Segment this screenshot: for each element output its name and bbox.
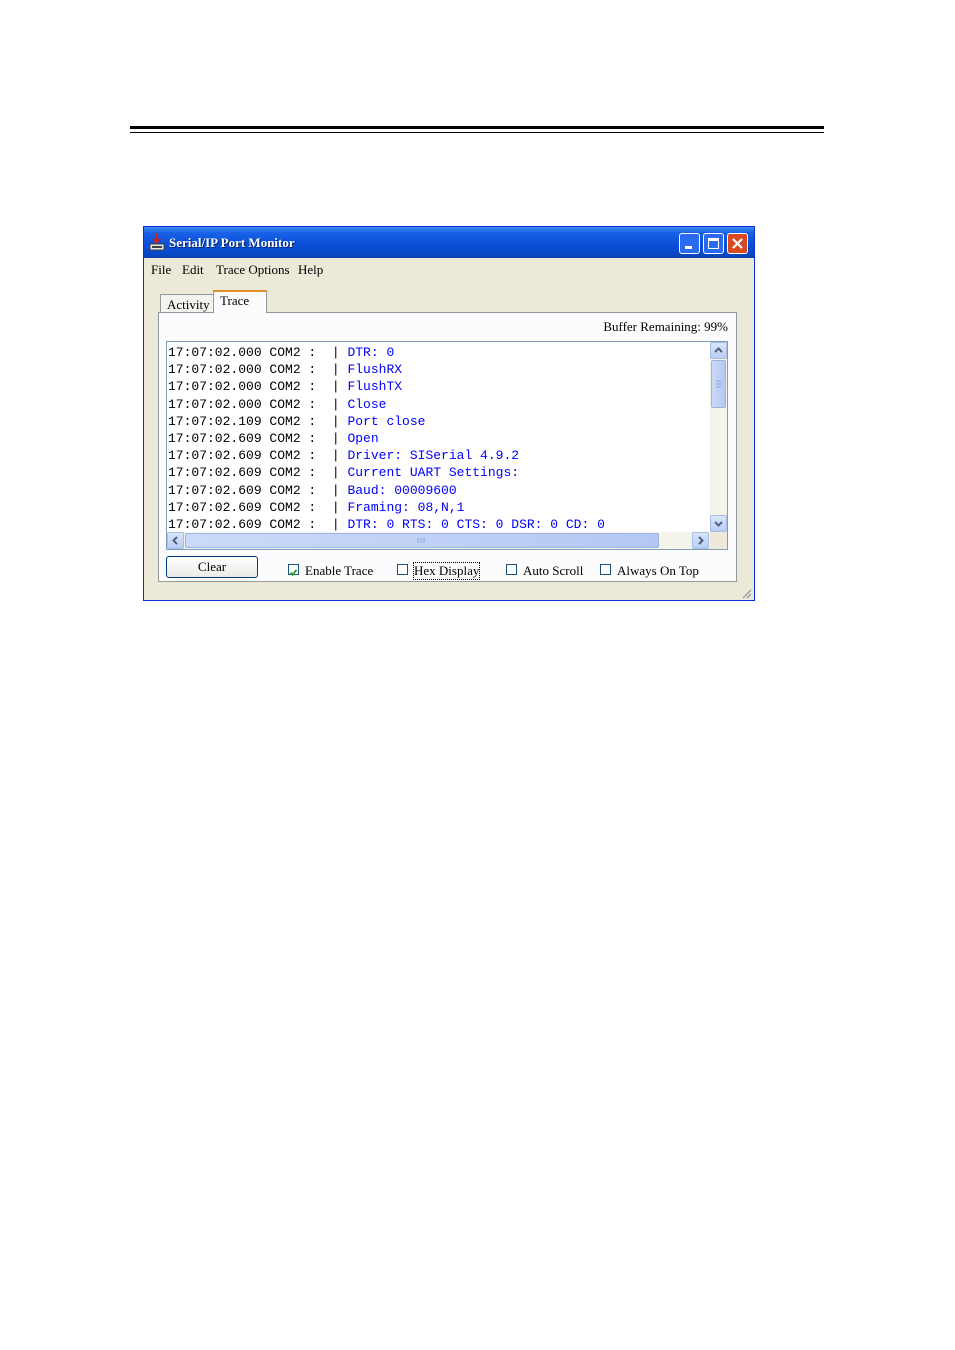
menu-help[interactable]: Help	[298, 262, 323, 278]
trace-row-prefix: 17:07:02.609 COM2 : |	[168, 516, 348, 532]
clear-button[interactable]: Clear	[166, 556, 258, 578]
hex-display-checkbox[interactable]	[397, 564, 408, 575]
trace-row: 17:07:02.000 COM2 : | FlushRX	[168, 361, 708, 378]
app-icon	[149, 233, 165, 251]
trace-row-prefix: 17:07:02.000 COM2 : |	[168, 345, 348, 360]
trace-lines: 17:07:02.000 COM2 : | DTR: 0 17:07:02.000…	[168, 344, 708, 533]
trace-row: 17:07:02.609 COM2 : | Framing: 08,N,1	[168, 499, 708, 516]
trace-row: 17:07:02.109 COM2 : | Port close	[168, 413, 708, 430]
page-rule-thick	[130, 126, 824, 129]
horizontal-scrollbar[interactable]	[167, 532, 711, 549]
tab-trace[interactable]: Trace	[213, 290, 267, 313]
trace-row-message: Driver: SISerial 4.9.2	[347, 448, 520, 464]
enable-trace-checkbox[interactable]	[288, 564, 299, 577]
window-title: Serial/IP Port Monitor	[169, 235, 295, 250]
auto-scroll-label: Auto Scroll	[523, 563, 584, 578]
hex-display-label: Hex Display	[412, 562, 481, 580]
maximize-button[interactable]	[703, 233, 724, 254]
trace-row-message: DTR: 0 RTS: 0 CTS: 0 DSR: 0 CD: 0	[347, 516, 605, 532]
trace-row-message: Open	[347, 430, 379, 446]
trace-row-prefix: 17:07:02.000 COM2 : |	[168, 362, 348, 378]
trace-row-prefix: 17:07:02.000 COM2 : |	[168, 379, 348, 395]
scrollbar-corner	[710, 532, 727, 549]
horizontal-scroll-thumb[interactable]	[185, 533, 659, 548]
buffer-remaining-label: Buffer Remaining: 99%	[603, 319, 728, 334]
trace-row-prefix: 17:07:02.609 COM2 : |	[168, 465, 348, 481]
trace-row-prefix: 17:07:02.609 COM2 : |	[168, 430, 348, 446]
trace-row: 17:07:02.609 COM2 : | Current UART Setti…	[168, 464, 708, 481]
port-monitor-window: Serial/IP Port Monitor File Edit Trace O…	[143, 226, 755, 601]
trace-row-prefix: 17:07:02.000 COM2 : |	[168, 396, 348, 412]
vertical-scrollbar[interactable]	[710, 342, 727, 532]
enable-trace-label: Enable Trace	[305, 563, 374, 578]
trace-row-message: Baud: 00009600	[347, 482, 457, 498]
menu-edit[interactable]: Edit	[182, 262, 204, 278]
trace-row: 17:07:02.609 COM2 : | Driver: SISerial 4…	[168, 447, 708, 464]
page-rule-thin	[130, 132, 824, 133]
trace-row-message: Port close	[347, 413, 426, 429]
trace-row-prefix: 17:07:02.609 COM2 : |	[168, 499, 348, 515]
trace-row: 17:07:02.609 COM2 : | Open	[168, 430, 708, 447]
close-button[interactable]	[727, 233, 748, 254]
menu-bar: File Edit Trace Options Help	[144, 258, 754, 280]
resize-grip-icon[interactable]	[740, 586, 752, 599]
trace-row: 17:07:02.609 COM2 : | Baud: 00009600	[168, 482, 708, 499]
trace-row-message: Framing: 08,N,1	[347, 499, 465, 515]
always-on-top-label: Always On Top	[617, 563, 699, 578]
trace-row-message: DTR: 0	[347, 345, 395, 360]
trace-row-prefix: 17:07:02.609 COM2 : |	[168, 448, 348, 464]
trace-row: 17:07:02.000 COM2 : | DTR: 0	[168, 344, 708, 361]
trace-row-message: FlushTX	[347, 379, 403, 395]
title-bar[interactable]: Serial/IP Port Monitor	[144, 227, 754, 258]
vertical-scroll-thumb[interactable]	[711, 360, 726, 408]
trace-row: 17:07:02.000 COM2 : | Close	[168, 396, 708, 413]
trace-row-message: Current UART Settings:	[347, 465, 520, 481]
trace-row-message: Close	[347, 396, 387, 412]
trace-row: 17:07:02.609 COM2 : | DTR: 0 RTS: 0 CTS:…	[168, 516, 708, 533]
menu-file[interactable]: File	[151, 262, 171, 278]
menu-trace-options[interactable]: Trace Options	[216, 262, 290, 278]
scroll-down-button[interactable]	[710, 515, 727, 532]
scroll-up-button[interactable]	[710, 342, 727, 359]
trace-row-prefix: 17:07:02.109 COM2 : |	[168, 413, 348, 429]
trace-output[interactable]: 17:07:02.000 COM2 : | DTR: 0 17:07:02.000…	[166, 341, 728, 550]
auto-scroll-checkbox[interactable]	[506, 564, 517, 575]
trace-row-prefix: 17:07:02.609 COM2 : |	[168, 482, 348, 498]
trace-row-message: FlushRX	[347, 362, 403, 378]
scroll-left-button[interactable]	[167, 532, 184, 549]
scroll-right-button[interactable]	[692, 532, 709, 549]
minimize-button[interactable]	[679, 233, 700, 254]
always-on-top-checkbox[interactable]	[600, 564, 611, 575]
trace-row: 17:07:02.000 COM2 : | FlushTX	[168, 378, 708, 395]
